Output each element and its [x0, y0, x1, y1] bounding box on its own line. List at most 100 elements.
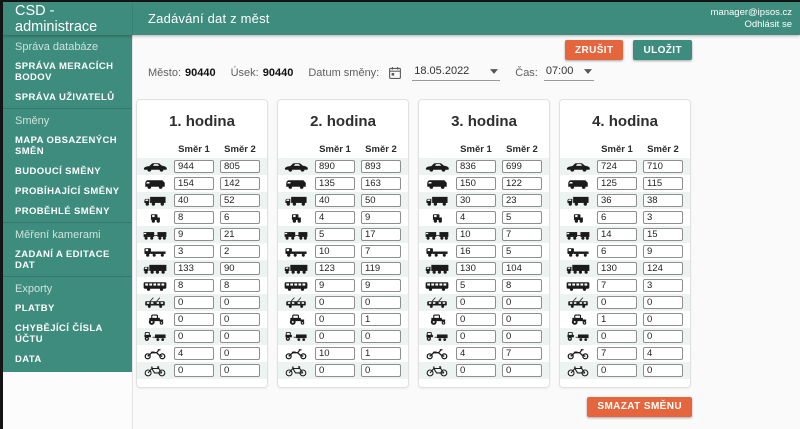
count-input-motorcycle-dir1[interactable] [597, 347, 637, 360]
calendar-icon[interactable] [388, 66, 402, 80]
count-input-truck-with-trailer-dir2[interactable] [220, 228, 260, 241]
count-input-tractor-dir2[interactable] [502, 313, 542, 326]
count-input-articulated-bus-dir1[interactable] [315, 296, 355, 309]
count-input-van-dir1[interactable] [174, 177, 214, 190]
count-input-truck-dir1[interactable] [597, 194, 637, 207]
delete-shift-button[interactable]: SMAZAT SMĚNU [587, 397, 692, 417]
sidebar-item-probihajici-smeny[interactable]: PROBÍHAJÍCÍ SMĚNY [3, 182, 132, 202]
time-select[interactable]: 07:00 [544, 65, 594, 81]
count-input-motorcycle-dir1[interactable] [174, 347, 214, 360]
count-input-van-dir1[interactable] [456, 177, 496, 190]
count-input-semi-trailer-dir1[interactable] [597, 245, 637, 258]
count-input-truck-dir1[interactable] [456, 194, 496, 207]
sidebar-item-probehle-smeny[interactable]: PROBĚHLÉ SMĚNY [3, 202, 132, 222]
count-input-heavy-truck-dir2[interactable] [361, 262, 401, 275]
count-input-tractor-with-trailer-dir2[interactable] [643, 330, 683, 343]
count-input-bicycle-dir2[interactable] [361, 364, 401, 377]
count-input-car-dir1[interactable] [174, 160, 214, 173]
count-input-semi-trailer-dir2[interactable] [361, 245, 401, 258]
count-input-bus-dir1[interactable] [174, 279, 214, 292]
count-input-articulated-bus-dir1[interactable] [597, 296, 637, 309]
count-input-van-dir2[interactable] [502, 177, 542, 190]
count-input-tractor-with-trailer-dir1[interactable] [456, 330, 496, 343]
count-input-heavy-truck-dir1[interactable] [456, 262, 496, 275]
count-input-tractor-unit-dir1[interactable] [456, 211, 496, 224]
count-input-motorcycle-dir2[interactable] [220, 347, 260, 360]
count-input-bicycle-dir2[interactable] [502, 364, 542, 377]
sidebar-item-zadani-a-editace-dat[interactable]: ZADANÍ A EDITACE DAT [3, 245, 132, 276]
count-input-truck-dir2[interactable] [502, 194, 542, 207]
sidebar-item-mapa-obsazenych-smen[interactable]: MAPA OBSAZENÝCH SMĚN [3, 131, 132, 162]
count-input-bus-dir1[interactable] [315, 279, 355, 292]
count-input-heavy-truck-dir1[interactable] [315, 262, 355, 275]
count-input-tractor-unit-dir1[interactable] [174, 211, 214, 224]
count-input-tractor-dir2[interactable] [220, 313, 260, 326]
count-input-truck-dir2[interactable] [361, 194, 401, 207]
count-input-heavy-truck-dir2[interactable] [502, 262, 542, 275]
count-input-motorcycle-dir2[interactable] [643, 347, 683, 360]
count-input-motorcycle-dir1[interactable] [456, 347, 496, 360]
count-input-semi-trailer-dir1[interactable] [456, 245, 496, 258]
count-input-car-dir2[interactable] [643, 160, 683, 173]
count-input-semi-trailer-dir1[interactable] [174, 245, 214, 258]
count-input-truck-with-trailer-dir1[interactable] [597, 228, 637, 241]
count-input-bus-dir2[interactable] [361, 279, 401, 292]
count-input-bus-dir1[interactable] [456, 279, 496, 292]
count-input-car-dir2[interactable] [220, 160, 260, 173]
count-input-bicycle-dir2[interactable] [220, 364, 260, 377]
sidebar-item-platby[interactable]: PLATBY [3, 299, 132, 319]
count-input-tractor-unit-dir2[interactable] [361, 211, 401, 224]
logout-link[interactable]: Odhlásit se [744, 19, 792, 31]
count-input-tractor-with-trailer-dir2[interactable] [220, 330, 260, 343]
count-input-tractor-unit-dir2[interactable] [502, 211, 542, 224]
count-input-motorcycle-dir2[interactable] [361, 347, 401, 360]
save-button[interactable]: ULOŽIT [633, 40, 692, 60]
count-input-bus-dir2[interactable] [502, 279, 542, 292]
count-input-tractor-with-trailer-dir2[interactable] [502, 330, 542, 343]
count-input-tractor-dir2[interactable] [361, 313, 401, 326]
count-input-truck-dir1[interactable] [174, 194, 214, 207]
count-input-truck-with-trailer-dir1[interactable] [174, 228, 214, 241]
count-input-van-dir1[interactable] [315, 177, 355, 190]
count-input-bicycle-dir2[interactable] [643, 364, 683, 377]
count-input-van-dir2[interactable] [643, 177, 683, 190]
count-input-articulated-bus-dir2[interactable] [220, 296, 260, 309]
count-input-car-dir2[interactable] [502, 160, 542, 173]
count-input-bus-dir2[interactable] [643, 279, 683, 292]
count-input-tractor-dir2[interactable] [643, 313, 683, 326]
sidebar-item-sprava-uzivatelu[interactable]: SPRÁVA UŽIVATELŮ [3, 88, 132, 108]
count-input-van-dir2[interactable] [220, 177, 260, 190]
count-input-truck-with-trailer-dir2[interactable] [502, 228, 542, 241]
count-input-tractor-unit-dir1[interactable] [315, 211, 355, 224]
count-input-articulated-bus-dir1[interactable] [174, 296, 214, 309]
count-input-truck-dir2[interactable] [220, 194, 260, 207]
count-input-car-dir2[interactable] [361, 160, 401, 173]
count-input-tractor-with-trailer-dir1[interactable] [174, 330, 214, 343]
count-input-tractor-with-trailer-dir1[interactable] [315, 330, 355, 343]
count-input-bicycle-dir1[interactable] [456, 364, 496, 377]
cancel-button[interactable]: ZRUŠIT [565, 40, 624, 60]
sidebar-item-sprava-meracich-bodov[interactable]: SPRÁVA MERACÍCH BODOV [3, 57, 132, 88]
count-input-car-dir1[interactable] [456, 160, 496, 173]
count-input-motorcycle-dir1[interactable] [315, 347, 355, 360]
count-input-heavy-truck-dir1[interactable] [174, 262, 214, 275]
count-input-truck-with-trailer-dir1[interactable] [456, 228, 496, 241]
count-input-articulated-bus-dir1[interactable] [456, 296, 496, 309]
count-input-heavy-truck-dir2[interactable] [643, 262, 683, 275]
count-input-bicycle-dir1[interactable] [174, 364, 214, 377]
count-input-heavy-truck-dir1[interactable] [597, 262, 637, 275]
count-input-van-dir2[interactable] [361, 177, 401, 190]
count-input-articulated-bus-dir2[interactable] [502, 296, 542, 309]
count-input-tractor-dir1[interactable] [315, 313, 355, 326]
sidebar-item-budouci-smeny[interactable]: BUDOUCÍ SMĚNY [3, 162, 132, 182]
count-input-articulated-bus-dir2[interactable] [361, 296, 401, 309]
count-input-heavy-truck-dir2[interactable] [220, 262, 260, 275]
count-input-motorcycle-dir2[interactable] [502, 347, 542, 360]
count-input-truck-dir2[interactable] [643, 194, 683, 207]
count-input-truck-with-trailer-dir2[interactable] [643, 228, 683, 241]
sidebar-item-data[interactable]: DATA [3, 350, 132, 370]
date-select[interactable]: 18.05.2022 [412, 65, 500, 81]
count-input-tractor-dir1[interactable] [456, 313, 496, 326]
count-input-bus-dir2[interactable] [220, 279, 260, 292]
count-input-tractor-with-trailer-dir2[interactable] [361, 330, 401, 343]
